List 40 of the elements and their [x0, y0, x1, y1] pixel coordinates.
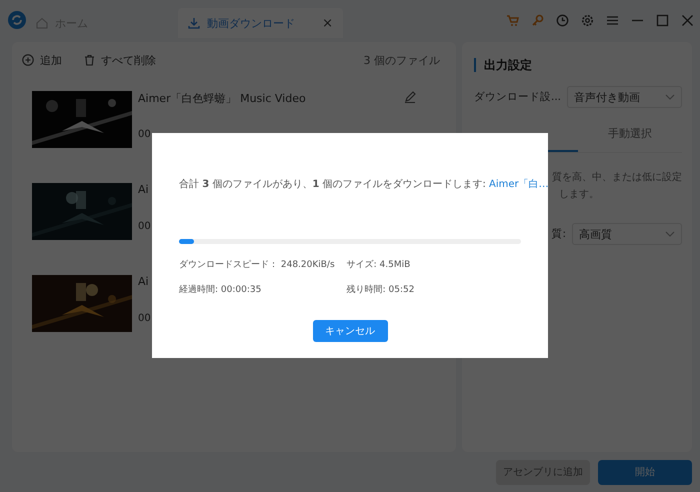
file-link[interactable]: Aimer「白…	[489, 179, 549, 190]
section-heading: 出力設定	[474, 58, 682, 72]
video-title: Ai	[138, 183, 149, 196]
elapsed-time: 経過時間: 00:00:35	[179, 284, 262, 296]
dialog-message: 合計 3 個のファイルがあり、1 個のファイルをダウンロードします:	[179, 179, 487, 190]
app-logo	[8, 11, 26, 29]
setting-label: ダウンロード設...	[474, 90, 562, 104]
download-icon	[188, 17, 200, 29]
chevron-down-icon	[665, 231, 675, 237]
settings-icon[interactable]	[581, 14, 594, 26]
delete-all-button[interactable]: すべて削除	[84, 52, 156, 68]
maximize-icon[interactable]	[656, 14, 669, 26]
trash-icon	[84, 54, 95, 66]
chevron-down-icon	[665, 94, 675, 100]
video-title: Aimer「白色蜉蝣」 Music Video	[138, 91, 306, 106]
setting-label: 質:	[550, 227, 566, 241]
video-duration: 00	[138, 129, 152, 140]
plus-circle-icon	[22, 54, 34, 66]
file-count: 3 個のファイル	[364, 52, 440, 68]
home-icon	[36, 17, 48, 29]
clock-icon[interactable]	[556, 14, 569, 26]
quality-dropdown[interactable]: 高画質	[572, 223, 682, 245]
tab[interactable]: 動画ダウンロード ×	[178, 8, 343, 38]
action-button[interactable]: 開始	[598, 460, 692, 484]
video-title: Ai	[138, 275, 149, 288]
video-duration: 00	[138, 221, 152, 232]
pencil-icon[interactable]	[404, 91, 416, 103]
download-speed: ダウンロードスピード： 248.20KiB/s	[179, 258, 335, 271]
close-icon[interactable]	[681, 14, 694, 26]
video-duration: 00	[138, 313, 152, 324]
file-size: サイズ: 4.5MiB	[346, 258, 412, 271]
remaining-time: 残り時間: 05:52	[346, 284, 416, 296]
close-tab-button[interactable]: ×	[322, 16, 333, 30]
add-button[interactable]: 追加	[22, 52, 62, 68]
cart-icon[interactable]	[506, 14, 519, 26]
download-type-dropdown[interactable]: 音声付き動画	[567, 86, 682, 108]
key-icon[interactable]	[531, 14, 544, 26]
menu-icon[interactable]	[606, 14, 619, 26]
cancel-button[interactable]: キャンセル	[312, 320, 388, 342]
tab-label: 動画ダウンロード	[207, 16, 295, 30]
